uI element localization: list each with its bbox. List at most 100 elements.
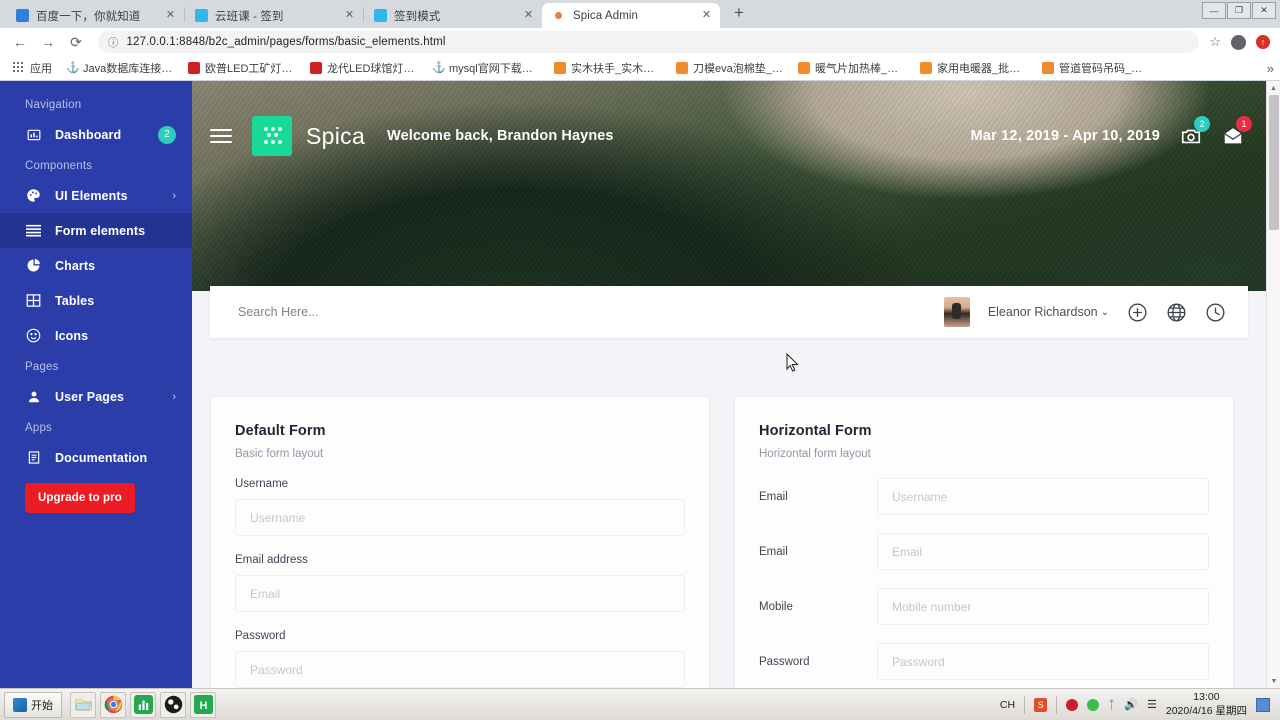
plus-circle-icon[interactable] — [1127, 302, 1148, 323]
forward-button[interactable]: → — [36, 30, 60, 54]
profile-avatar-icon[interactable] — [1231, 34, 1246, 50]
sidebar-item-dashboard[interactable]: Dashboard 2 — [0, 117, 192, 152]
taskbar-clock[interactable]: 13:00 2020/4/16 星期四 — [1166, 691, 1247, 717]
show-desktop-button[interactable] — [1256, 697, 1270, 712]
update-icon[interactable]: ↑ — [1256, 35, 1270, 49]
maximize-button[interactable]: ❐ — [1227, 2, 1251, 19]
bookmark-item[interactable]: 实木扶手_实木扶手... — [547, 60, 669, 76]
address-bar[interactable]: ⓘ 127.0.0.1:8848/b2c_admin/pages/forms/b… — [98, 31, 1200, 53]
horizontal-password-input[interactable] — [877, 643, 1209, 680]
username-input[interactable] — [235, 499, 685, 536]
tab-title: 签到模式 — [394, 10, 441, 23]
form-row-password: Password — [759, 643, 1209, 680]
sidebar-item-label: Form elements — [55, 223, 146, 238]
file-explorer-icon[interactable] — [70, 691, 96, 718]
field-label: Email — [759, 545, 788, 558]
bookmark-item[interactable]: ⚓ Java数据库连接池... — [59, 60, 181, 76]
network-icon[interactable]: ☰ — [1147, 698, 1157, 711]
minimize-button[interactable]: — — [1202, 2, 1226, 19]
email-input[interactable] — [235, 575, 685, 612]
wechat-icon[interactable] — [1087, 698, 1100, 711]
obs-icon[interactable] — [160, 691, 186, 718]
sidebar-item-documentation[interactable]: Documentation — [0, 440, 192, 475]
netease-icon[interactable] — [1066, 698, 1079, 711]
mail-envelope-icon[interactable]: 1 — [1222, 116, 1252, 147]
sidebar-item-tables[interactable]: Tables — [0, 283, 192, 318]
globe-icon[interactable] — [1166, 302, 1187, 323]
scroll-down-arrow-icon[interactable]: ▼ — [1267, 674, 1280, 688]
clock-icon[interactable] — [1205, 302, 1226, 323]
sidebar-section-title: Apps — [25, 422, 53, 434]
bookmark-item-apps[interactable]: 应用 — [6, 60, 59, 76]
bookmark-item[interactable]: 刀模eva泡棉垫_50... — [669, 60, 791, 76]
stats-app-icon[interactable] — [130, 691, 156, 718]
tab-title: Spica Admin — [573, 9, 639, 22]
hamburger-menu-icon[interactable] — [210, 125, 232, 147]
reload-button[interactable]: ⟳ — [64, 30, 88, 54]
form-row-email-2: Email — [759, 533, 1209, 570]
hero-header: Spica Welcome back, Brandon Haynes Mar 1… — [192, 81, 1266, 291]
bookmark-item[interactable]: 家用电暖器_批发家... — [913, 60, 1035, 76]
field-label: Password — [759, 655, 810, 668]
card-subtitle: Horizontal form layout — [759, 448, 871, 460]
tab-close-icon[interactable]: ✕ — [342, 8, 357, 23]
horizontal-username-input[interactable] — [877, 478, 1209, 515]
start-button[interactable]: 开始 — [4, 691, 62, 718]
tab-close-icon[interactable]: ✕ — [699, 8, 714, 23]
search-input[interactable] — [238, 305, 944, 319]
horizontal-mobile-input[interactable] — [877, 588, 1209, 625]
scroll-up-arrow-icon[interactable]: ▲ — [1267, 81, 1280, 95]
sidebar-item-charts[interactable]: Charts — [0, 248, 192, 283]
h-app-icon[interactable]: H — [190, 691, 216, 718]
password-input[interactable] — [235, 651, 685, 688]
browser-tab[interactable]: 签到模式 ✕ — [364, 3, 542, 28]
bookmark-star-icon[interactable]: ☆ — [1209, 34, 1221, 50]
bookmark-item[interactable]: 暖气片加热棒_智能... — [791, 60, 913, 76]
page-scrollbar[interactable]: ▲ ▼ — [1266, 81, 1280, 688]
sidebar-item-user-pages[interactable]: User Pages › — [0, 379, 192, 414]
smiley-icon — [25, 328, 42, 343]
browser-tab[interactable]: 百度一下，你就知道 ✕ — [6, 3, 184, 28]
sidebar-item-form-elements[interactable]: Form elements — [0, 213, 192, 248]
sidebar-item-label: Documentation — [55, 450, 148, 465]
alibaba-icon — [554, 62, 566, 74]
spica-icon — [555, 12, 562, 19]
bookmark-item[interactable]: 管道管码吊码_厂家... — [1035, 60, 1157, 76]
sidebar-item-icons[interactable]: Icons — [0, 318, 192, 353]
bookmark-item[interactable]: 欧普LED工矿灯厂... — [181, 60, 303, 76]
ime-indicator[interactable]: CH — [1000, 699, 1015, 711]
clock-time: 13:00 — [1193, 691, 1220, 704]
bookmark-item[interactable]: ⚓ mysql官网下载安... — [425, 60, 547, 76]
back-button[interactable]: ← — [8, 30, 32, 54]
tab-strip: 百度一下，你就知道 ✕ 云班课 - 签到 ✕ 签到模式 ✕ Spica Admi… — [0, 0, 1280, 28]
browser-tab-active[interactable]: Spica Admin ✕ — [542, 3, 720, 28]
alibaba-icon — [798, 62, 810, 74]
field-label: Password — [235, 630, 286, 642]
bookmark-label: 刀模eva泡棉垫_50... — [693, 63, 784, 75]
bookmark-label: 实木扶手_实木扶手... — [571, 63, 662, 75]
browser-tab[interactable]: 云班课 - 签到 ✕ — [185, 3, 363, 28]
user-menu[interactable]: Eleanor Richardson ⌄ — [988, 305, 1109, 319]
field-label: Email — [759, 490, 788, 503]
upgrade-to-pro-button[interactable]: Upgrade to pro — [25, 483, 135, 513]
photo-camera-icon[interactable]: 2 — [1180, 116, 1210, 147]
mouse-cursor — [786, 352, 799, 377]
horizontal-email-input[interactable] — [877, 533, 1209, 570]
bookmark-item[interactable]: 龙代LED球馆灯亘... — [303, 60, 425, 76]
tab-close-icon[interactable]: ✕ — [163, 8, 178, 23]
volume-icon[interactable]: 🔊 — [1124, 698, 1138, 711]
new-tab-button[interactable]: + — [726, 1, 752, 27]
bookmarks-overflow-button[interactable]: » — [1267, 61, 1274, 76]
close-window-button[interactable]: ✕ — [1252, 2, 1276, 19]
document-icon — [25, 450, 42, 465]
chrome-icon[interactable] — [100, 691, 126, 718]
sogou-icon[interactable]: S — [1034, 697, 1048, 712]
bluetooth-icon[interactable]: ᛏ — [1108, 698, 1115, 712]
scrollbar-thumb[interactable] — [1269, 95, 1279, 230]
svg-text:H: H — [199, 700, 207, 712]
tab-close-icon[interactable]: ✕ — [521, 8, 536, 23]
form-row-email-1: Email — [759, 478, 1209, 515]
sidebar-item-ui-elements[interactable]: UI Elements › — [0, 178, 192, 213]
chevron-down-icon: ⌄ — [1100, 306, 1109, 318]
sidebar-item-label: UI Elements — [55, 188, 128, 203]
